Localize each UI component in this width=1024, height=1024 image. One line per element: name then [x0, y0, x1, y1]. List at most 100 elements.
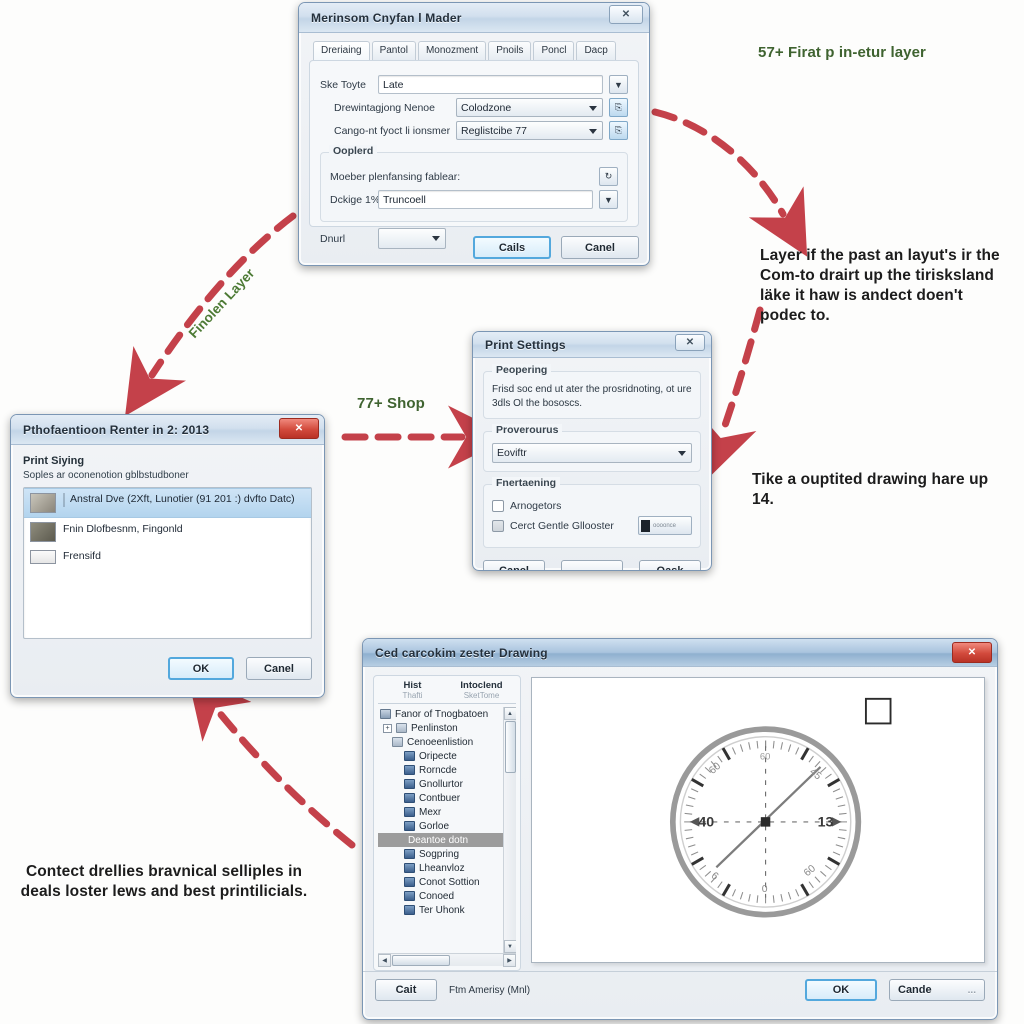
- tab-profiles[interactable]: Pnoils: [488, 41, 532, 60]
- scroll-down-icon[interactable]: ▼: [503, 940, 516, 953]
- publication-titlebar[interactable]: Pthofaentioon Renter in 2: 2013 ✕: [11, 415, 324, 445]
- tab-intoclend[interactable]: Intoclend SketTome: [447, 680, 516, 700]
- annotation-first-layer: 57+ Firat p in-etur layer: [758, 44, 926, 61]
- close-icon[interactable]: ✕: [675, 334, 705, 351]
- layer-cancel-button[interactable]: Canel: [561, 236, 639, 259]
- proverourus-row[interactable]: Eoviftr: [492, 443, 692, 463]
- tree-node[interactable]: Cenoeenlistion: [378, 735, 503, 749]
- list-item[interactable]: Fnin Dlofbesnm, Fingonld: [24, 518, 311, 546]
- arnogetors-row[interactable]: Arnogetors: [492, 500, 692, 512]
- field-label-plenfansing: Moeber plenfansing fablear:: [330, 170, 461, 183]
- publication-cancel-button[interactable]: Canel: [246, 657, 312, 680]
- tree-node[interactable]: Oripecte: [378, 749, 503, 763]
- list-item[interactable]: Anstral Dve (2Xft, Lunotier (91 201 :) d…: [24, 488, 311, 518]
- tree-node[interactable]: Contbuer: [378, 791, 503, 805]
- list-item[interactable]: Frensifd: [24, 546, 311, 568]
- field-row-plenfansing[interactable]: Moeber plenfansing fablear: ↻: [330, 167, 618, 186]
- diagram-canvas: Merinsom Cnyfan l Mader ✕ Dreriaing Pant…: [0, 0, 1024, 1024]
- tree-node[interactable]: Conoed: [378, 889, 503, 903]
- layername-combo[interactable]: Reglistcibe 77: [456, 121, 603, 140]
- chevron-down-icon[interactable]: ▼: [609, 75, 628, 94]
- tree-node[interactable]: Sogpring: [378, 847, 503, 861]
- drawing-window-titlebar[interactable]: Ced carcokim zester Drawing ✕: [363, 639, 997, 667]
- tab-drawing[interactable]: Dreriaing: [313, 41, 370, 60]
- close-icon[interactable]: ✕: [279, 418, 319, 439]
- print-middle-button[interactable]: -: [561, 560, 623, 570]
- svg-text:45: 45: [807, 767, 823, 783]
- publication-title: Pthofaentioon Renter in 2: 2013: [23, 422, 210, 437]
- layer-ok-button[interactable]: Cails: [473, 236, 551, 259]
- chevron-down-icon-2[interactable]: ▼: [599, 190, 618, 209]
- tree-node[interactable]: Ter Uhonk: [378, 903, 503, 917]
- gauge-drawing: 40 13 60 45 6 60 60 0: [669, 697, 892, 918]
- tree-node-selected[interactable]: Deantoe dotn: [378, 833, 503, 847]
- print-settings-buttons: Cancl - Oask: [483, 560, 701, 570]
- tree-node-label: Ter Uhonk: [419, 904, 465, 916]
- field-row-sketype[interactable]: Ske Toyte Late ▼: [320, 75, 628, 94]
- drawing-window[interactable]: Ced carcokim zester Drawing ✕ Hist Thaft…: [362, 638, 998, 1020]
- scroll-thumb-h[interactable]: [392, 954, 450, 966]
- refresh-icon[interactable]: ↻: [599, 167, 618, 186]
- tree-node[interactable]: Conot Sottion: [378, 875, 503, 889]
- tab-hist[interactable]: Hist Thafti: [378, 680, 447, 700]
- tree-vertical-scrollbar[interactable]: ▲ ▼: [503, 707, 516, 953]
- print-ok-button[interactable]: Oask: [639, 560, 701, 570]
- tree-node[interactable]: + Penlinston: [378, 721, 503, 735]
- publication-dialog[interactable]: Pthofaentioon Renter in 2: 2013 ✕ Print …: [10, 414, 325, 698]
- tree-node[interactable]: Rorncde: [378, 763, 503, 777]
- annotation-bottom-paragraph: Contect drellies bravnical selliples in …: [20, 863, 308, 901]
- print-settings-dialog[interactable]: Print Settings ✕ Peopering Frisd soc end…: [472, 331, 712, 571]
- checkbox-arnogetors[interactable]: [492, 500, 504, 512]
- print-settings-titlebar[interactable]: Print Settings ✕: [473, 332, 711, 358]
- layer-properties-dialog[interactable]: Merinsom Cnyfan l Mader ✕ Dreriaing Pant…: [298, 2, 650, 266]
- checkbox-gentle-glooster[interactable]: [492, 519, 504, 532]
- template-tree[interactable]: Fanor of Tnogbatoen + Penlinston Cenoeen…: [378, 707, 503, 953]
- scroll-up-icon[interactable]: ▲: [503, 707, 516, 720]
- tree-node[interactable]: Mexr: [378, 805, 503, 819]
- field-row-drawingname[interactable]: Drewintagjong Nenoe Colodzone ⎘: [320, 98, 628, 117]
- field-row-layername[interactable]: Cango-nt fyoct li ionsmer Reglistcibe 77…: [320, 121, 628, 140]
- drawing-ok-button[interactable]: OK: [805, 979, 877, 1001]
- status-cait-button[interactable]: Cait: [375, 979, 437, 1001]
- layer-dialog-tabs[interactable]: Dreriaing Pantol Monozment Pnoils Poncl …: [309, 41, 639, 60]
- publication-listbox[interactable]: Anstral Dve (2Xft, Lunotier (91 201 :) d…: [23, 487, 312, 639]
- tree-node[interactable]: Gorloe: [378, 819, 503, 833]
- print-cancel-button[interactable]: Cancl: [483, 560, 545, 570]
- sketype-input[interactable]: Late: [378, 75, 603, 94]
- copy-icon-2[interactable]: ⎘: [609, 121, 628, 140]
- drawingname-combo[interactable]: Colodzone: [456, 98, 603, 117]
- proverourus-combo[interactable]: Eoviftr: [492, 443, 692, 463]
- drawing-canvas[interactable]: 40 13 60 45 6 60 60 0: [531, 677, 985, 963]
- tree-node[interactable]: Fanor of Tnogbatoen: [378, 707, 503, 721]
- copy-icon[interactable]: ⎘: [609, 98, 628, 117]
- color-swatch-button[interactable]: oooonce: [638, 516, 692, 535]
- tab-panel[interactable]: Poncl: [533, 41, 575, 60]
- close-icon[interactable]: ✕: [609, 5, 643, 24]
- proverourus-group: Proverourus Eoviftr: [483, 424, 701, 472]
- scroll-right-icon[interactable]: ▶: [503, 953, 516, 967]
- tree-horizontal-scrollbar[interactable]: ◀ ▶: [378, 953, 516, 967]
- peopering-group: Peopering Frisd soc end ut ater the pros…: [483, 364, 701, 419]
- svg-text:60: 60: [707, 761, 723, 777]
- expand-icon[interactable]: +: [383, 723, 392, 733]
- scroll-left-icon[interactable]: ◀: [378, 953, 391, 967]
- tree-node-label: Fanor of Tnogbatoen: [395, 708, 489, 720]
- close-icon[interactable]: ✕: [952, 642, 992, 663]
- dnurl-combo[interactable]: [378, 228, 446, 249]
- gentle-glooster-row[interactable]: Cerct Gentle Gllooster oooonce: [492, 516, 692, 535]
- layer-dialog-titlebar[interactable]: Merinsom Cnyfan l Mader ✕: [299, 3, 649, 33]
- tab-pastol[interactable]: Pantol: [371, 41, 416, 60]
- field-row-dckige[interactable]: Dckige 1% Truncoell ▼: [330, 190, 618, 209]
- tab-dacp[interactable]: Dacp: [576, 41, 616, 60]
- list-item-label: Fnin Dlofbesnm, Fingonld: [63, 523, 183, 535]
- peopering-group-title: Peopering: [492, 364, 552, 376]
- publication-ok-button[interactable]: OK: [168, 657, 234, 680]
- tree-node[interactable]: Lheanvloz: [378, 861, 503, 875]
- arrow-top-right: [651, 108, 808, 257]
- drawing-cancel-button[interactable]: Cande ...: [889, 979, 985, 1001]
- tab-management[interactable]: Monozment: [417, 41, 487, 60]
- scroll-thumb[interactable]: [504, 721, 516, 773]
- tree-panel-tabs[interactable]: Hist Thafti Intoclend SketTome: [378, 680, 516, 704]
- dckige-input[interactable]: Truncoell: [378, 190, 593, 209]
- tree-node[interactable]: Gnollurtor: [378, 777, 503, 791]
